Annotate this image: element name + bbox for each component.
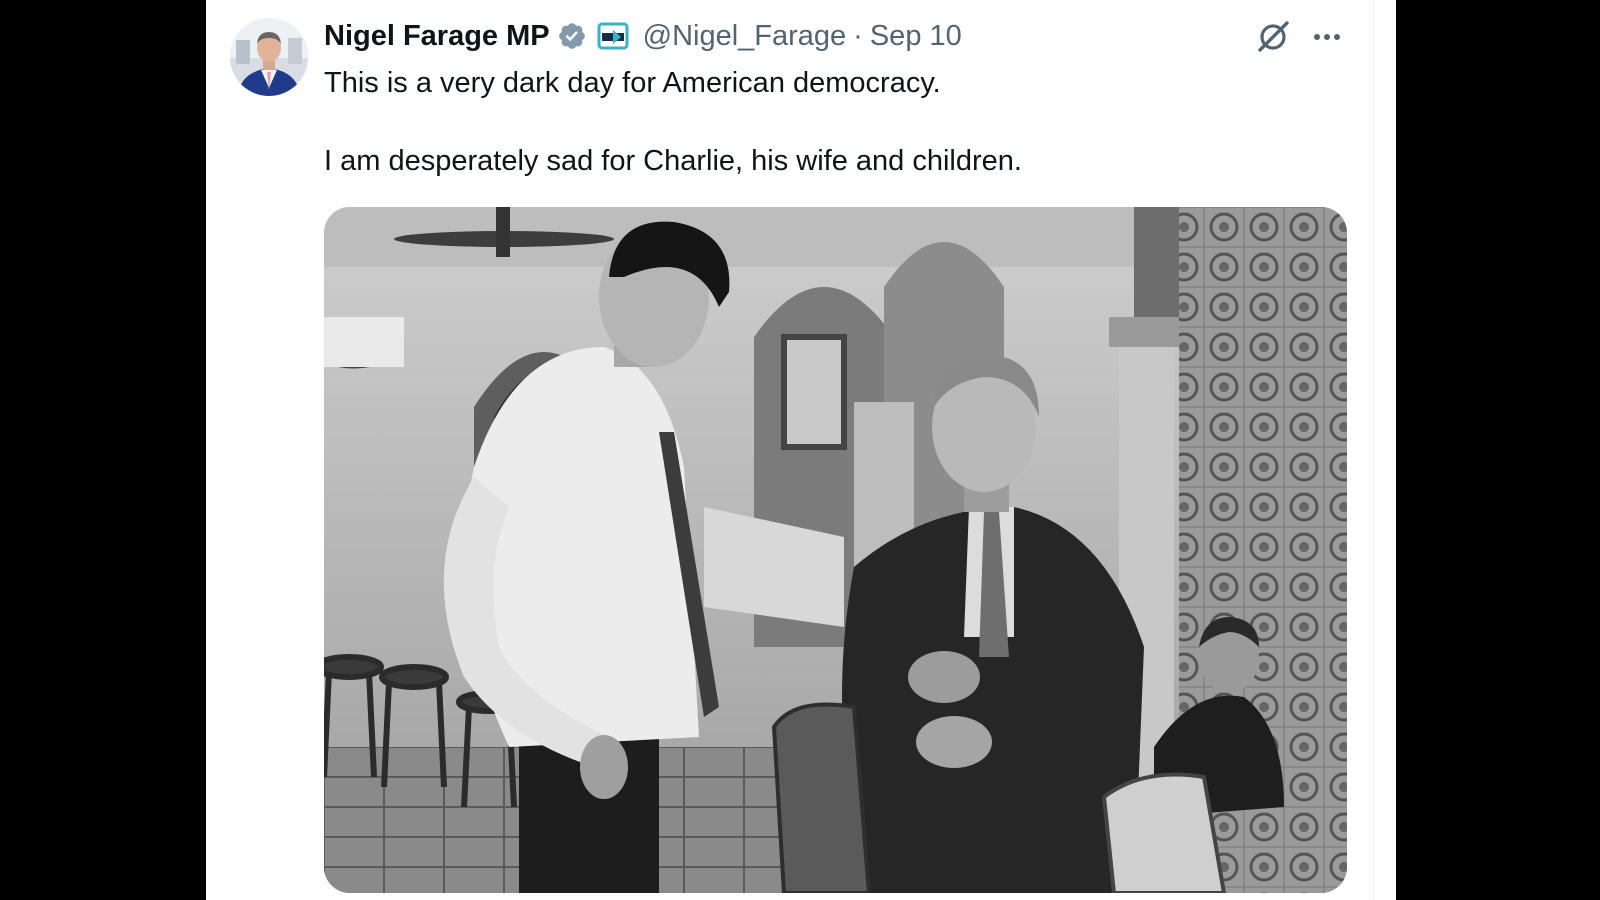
tweet-text: This is a very dark day for American dem… xyxy=(324,64,1324,180)
card-divider xyxy=(1373,0,1374,900)
author-handle[interactable]: @Nigel_Farage xyxy=(643,20,847,53)
tweet-text-line: I am desperately sad for Charlie, his wi… xyxy=(324,145,1022,177)
screenshot-stage: Nigel Farage MP @Nigel_Farage · Sep 10 T… xyxy=(0,0,1600,900)
more-options-icon[interactable] xyxy=(1310,22,1344,52)
tweet-text-line: This is a very dark day for American dem… xyxy=(324,67,941,99)
grok-icon[interactable] xyxy=(1256,18,1292,54)
affiliate-badge-icon[interactable] xyxy=(597,22,629,50)
tweet-card[interactable]: Nigel Farage MP @Nigel_Farage · Sep 10 T… xyxy=(206,0,1396,900)
author-display-name[interactable]: Nigel Farage MP xyxy=(324,20,550,53)
author-avatar[interactable] xyxy=(230,18,308,96)
photo-illustration xyxy=(324,207,1347,893)
header-separator: · xyxy=(853,19,863,52)
verified-badge-icon[interactable] xyxy=(557,21,587,51)
tweet-header: Nigel Farage MP @Nigel_Farage · Sep 10 xyxy=(324,14,962,58)
avatar-photo xyxy=(230,18,308,96)
tweet-photo[interactable] xyxy=(324,207,1347,893)
tweet-date[interactable]: Sep 10 xyxy=(870,20,962,53)
